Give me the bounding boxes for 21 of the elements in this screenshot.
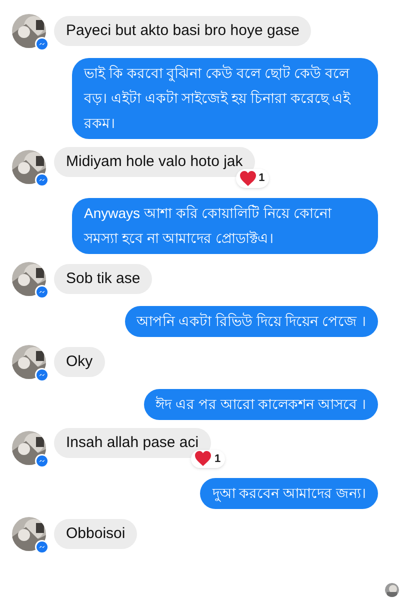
message-bubble: Anyways আশা করি কোয়ালিটি নিয়ে কোনো সমস্যা হবে না আমাদের প্রোডাক্টএ। [72, 198, 378, 254]
message-bubble: Insah allah pase aci [54, 428, 211, 458]
message-bubble: Obboisoi [54, 519, 138, 549]
message-bubble: Midiyam hole valo hoto jak [54, 147, 255, 177]
reaction-badge[interactable]: 1 [191, 450, 225, 468]
messenger-badge-icon [35, 368, 49, 382]
messenger-badge-icon [35, 284, 49, 298]
message-bubble: Sob tik ase [54, 264, 152, 294]
messenger-badge-icon [35, 37, 49, 51]
messenger-badge-icon [35, 173, 49, 188]
message-bubble: ঈদ এর পর আরো কালেকশন আসবে । [144, 388, 378, 420]
messenger-badge-icon [35, 540, 49, 554]
heart-icon [240, 170, 256, 186]
heart-icon [195, 451, 212, 466]
message-bubble: Oky [54, 346, 105, 376]
message-bubble: Payeci but akto basi bro hoye gase [54, 16, 312, 46]
message-bubble: আপনি একটা রিভিউ দিয়ে দিয়েন পেজে । [124, 306, 378, 336]
message-bubble: দুআ করবেন আমাদের জন্য। [200, 478, 378, 509]
message-bubble: ভাই কি করবো বুঝিনা কেউ বলে ছোট কেউ বলে বড়। এইটা একটা সাইজেই হয় চিনারা করেছে এই রকম। [72, 58, 378, 139]
reaction-badge[interactable]: 1 [236, 169, 269, 188]
messenger-badge-icon [35, 454, 49, 468]
